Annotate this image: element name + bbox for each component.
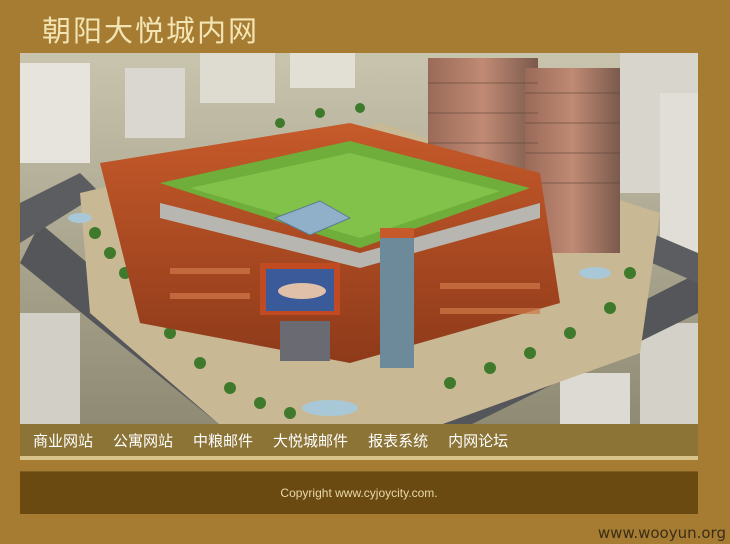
copyright-text: Copyright www.cyjoycity.com.	[280, 486, 438, 500]
nav-divider	[20, 456, 698, 460]
footer: Copyright www.cyjoycity.com.	[20, 471, 698, 514]
nav-link-apartment-site[interactable]: 公寓网站	[113, 430, 173, 451]
hero-image	[20, 53, 698, 425]
nav-link-cofco-mail[interactable]: 中粮邮件	[193, 430, 253, 451]
mall-aerial-illustration	[20, 53, 698, 425]
main-nav: 商业网站 公寓网站 中粮邮件 大悦城邮件 报表系统 内网论坛	[20, 424, 698, 456]
nav-link-report-system[interactable]: 报表系统	[368, 430, 428, 451]
watermark: www.wooyun.org	[597, 524, 726, 542]
nav-link-intranet-forum[interactable]: 内网论坛	[448, 430, 508, 451]
nav-link-commercial-site[interactable]: 商业网站	[33, 430, 93, 451]
site-title: 朝阳大悦城内网	[42, 14, 260, 48]
nav-link-joycity-mail[interactable]: 大悦城邮件	[273, 430, 348, 451]
